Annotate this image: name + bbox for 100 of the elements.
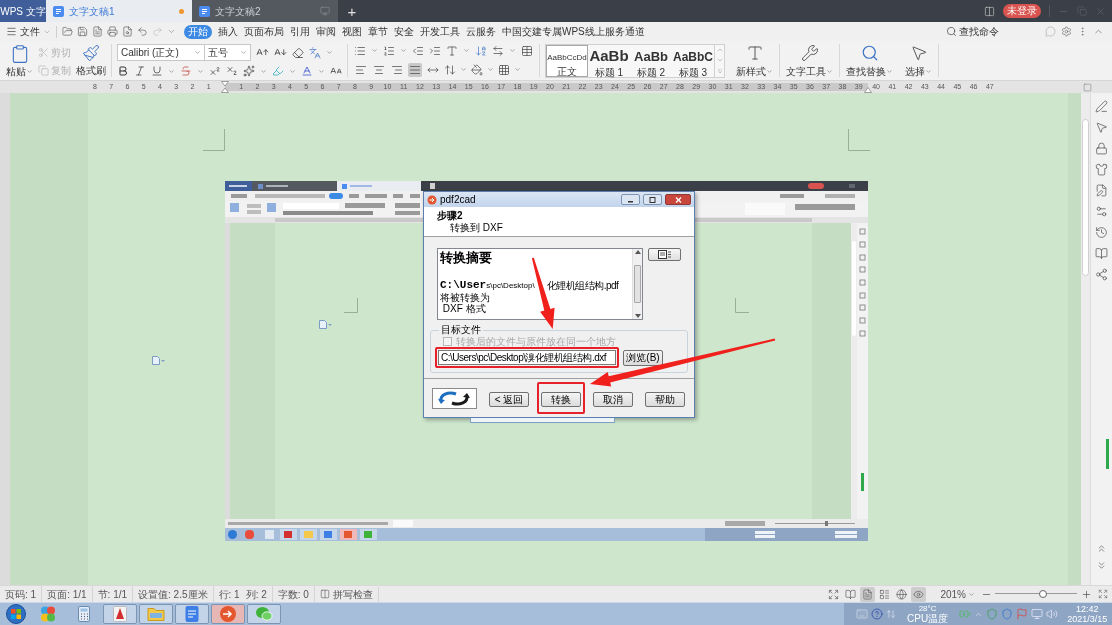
taskbar-app[interactable] <box>211 604 245 624</box>
sort-icon[interactable] <box>475 44 487 57</box>
ribbon-tab[interactable]: 章节 <box>368 24 388 39</box>
bullet-list-icon[interactable] <box>354 44 366 57</box>
outdent-icon[interactable] <box>412 44 424 57</box>
italic-icon[interactable] <box>134 65 146 77</box>
text-scrollbar[interactable] <box>632 249 642 319</box>
text-effect-icon[interactable] <box>243 65 255 77</box>
book-icon[interactable] <box>1095 247 1108 260</box>
login-badge[interactable]: 未登录 <box>1003 4 1041 18</box>
align-button[interactable] <box>408 62 422 77</box>
previous-page-icon[interactable] <box>1096 543 1107 554</box>
font-color-icon[interactable] <box>301 65 313 77</box>
document-tab[interactable]: 文字文稿1 <box>46 0 192 22</box>
zoom-in-icon[interactable] <box>1081 588 1092 600</box>
bold-icon[interactable] <box>117 65 129 77</box>
line-spacing-icon[interactable] <box>444 63 456 76</box>
tool-button[interactable]: 查找替换 <box>846 44 893 79</box>
ribbon-tab[interactable]: 开发工具 <box>420 24 460 39</box>
table-icon[interactable] <box>521 44 533 57</box>
character-layout-icon[interactable] <box>446 44 458 57</box>
undo-icon[interactable] <box>137 26 148 37</box>
zoom-level-button[interactable]: 201% <box>940 586 975 602</box>
taskbar-app[interactable] <box>175 604 209 624</box>
new-tab-button[interactable]: + <box>341 0 363 22</box>
dialog-button[interactable]: < 返回 <box>489 392 529 407</box>
display-icon[interactable] <box>1031 608 1044 620</box>
ribbon-tab[interactable]: 安全 <box>394 24 414 39</box>
document-edit-icon[interactable] <box>1095 184 1108 197</box>
ribbon-tab[interactable]: 云服务 <box>466 24 496 39</box>
fit-window-icon[interactable] <box>1098 589 1108 599</box>
paste-button[interactable]: 粘贴 <box>6 44 33 79</box>
borders-icon[interactable] <box>498 63 510 76</box>
minimize-button[interactable] <box>621 194 640 205</box>
network-arrows-icon[interactable] <box>886 609 896 619</box>
dialog-button[interactable]: 取消 <box>593 392 633 407</box>
ribbon-tab[interactable]: 视图 <box>342 24 362 39</box>
view-mode-button[interactable] <box>911 586 927 602</box>
close-button[interactable] <box>665 194 691 205</box>
customize-caret-icon[interactable] <box>167 27 176 36</box>
ribbon-tab[interactable]: 插入 <box>218 24 238 39</box>
browse-button[interactable]: 浏览(B) <box>623 349 663 366</box>
style-tile[interactable]: AaBb 标题 2 <box>630 44 672 77</box>
document-icon[interactable] <box>152 356 165 365</box>
paint-bucket-icon[interactable] <box>471 63 483 76</box>
flag-icon[interactable] <box>1016 608 1029 620</box>
tool-button[interactable]: 新样式 <box>736 44 773 79</box>
spell-check-button[interactable]: 拼写检查 <box>314 586 379 602</box>
maximize-button[interactable] <box>643 194 662 205</box>
volume-icon[interactable] <box>1046 608 1059 620</box>
taskbar-app[interactable] <box>247 604 281 624</box>
scrollbar-thumb[interactable] <box>1082 119 1089 276</box>
style-tile[interactable]: AaBb 标题 1 <box>588 44 630 77</box>
help-icon[interactable] <box>871 608 883 620</box>
side-button[interactable] <box>648 248 681 261</box>
view-mode-button[interactable] <box>894 586 910 602</box>
view-mode-button[interactable] <box>860 586 876 602</box>
pointer-icon[interactable] <box>1095 121 1108 134</box>
underline-icon[interactable] <box>151 65 163 77</box>
indent-marker-icon[interactable] <box>220 81 229 93</box>
sliders-icon[interactable] <box>1095 205 1108 218</box>
indent-icon[interactable] <box>429 44 441 57</box>
speech-bubble-icon[interactable] <box>1045 26 1056 37</box>
ruler-toggle-icon[interactable] <box>1083 82 1092 92</box>
dialog-button[interactable]: 转换 <box>541 392 581 407</box>
app-tab[interactable]: WPS 文字 <box>0 0 46 22</box>
history-icon[interactable] <box>1095 226 1108 239</box>
security-icon[interactable] <box>1001 608 1014 620</box>
dialog-button[interactable]: 帮助 <box>645 392 685 407</box>
taskbar-app[interactable] <box>139 604 173 624</box>
eraser-icon[interactable] <box>292 46 304 59</box>
start-orb-icon[interactable] <box>5 604 26 624</box>
ribbon-tab[interactable]: 引用 <box>290 24 310 39</box>
pen-icon[interactable] <box>1095 100 1108 113</box>
document-tab[interactable]: 文字文稿2 <box>192 0 338 22</box>
tool-button[interactable]: 文字工具 <box>786 44 833 79</box>
zoom-slider[interactable] <box>995 589 1077 599</box>
phonetic-guide-icon[interactable] <box>309 46 321 59</box>
superscript-icon[interactable] <box>209 65 221 77</box>
slider-thumb[interactable] <box>1039 590 1048 598</box>
document-search-icon[interactable] <box>122 26 133 37</box>
subscript-icon[interactable] <box>226 65 238 77</box>
settings-icon[interactable] <box>1061 26 1072 37</box>
format-painter-button[interactable]: 格式刷 <box>76 44 106 78</box>
printer-icon[interactable] <box>107 26 118 37</box>
next-page-icon[interactable] <box>1096 560 1107 571</box>
command-search-button[interactable]: 查找命令 <box>946 24 999 39</box>
numbered-list-icon[interactable] <box>383 44 395 57</box>
save-icon[interactable] <box>77 26 88 37</box>
expand-gallery-icon[interactable] <box>715 67 724 76</box>
tool-button[interactable]: 选择 <box>905 44 932 79</box>
scrollbar-thumb[interactable] <box>634 265 641 303</box>
ribbon-tab[interactable]: 页面布局 <box>244 24 284 39</box>
ribbon-tab[interactable]: 中国交建专属WPS线上服务通道 <box>502 24 645 39</box>
split-view-icon[interactable] <box>984 5 995 17</box>
share-icon[interactable] <box>1095 268 1108 281</box>
open-folder-icon[interactable] <box>62 26 73 37</box>
document-icon[interactable] <box>92 26 103 37</box>
file-menu-button[interactable]: 文件 <box>6 24 51 39</box>
file-path-field[interactable]: C:\Users\pc\Desktop\溴化锂机组结构.dxf <box>438 350 616 365</box>
